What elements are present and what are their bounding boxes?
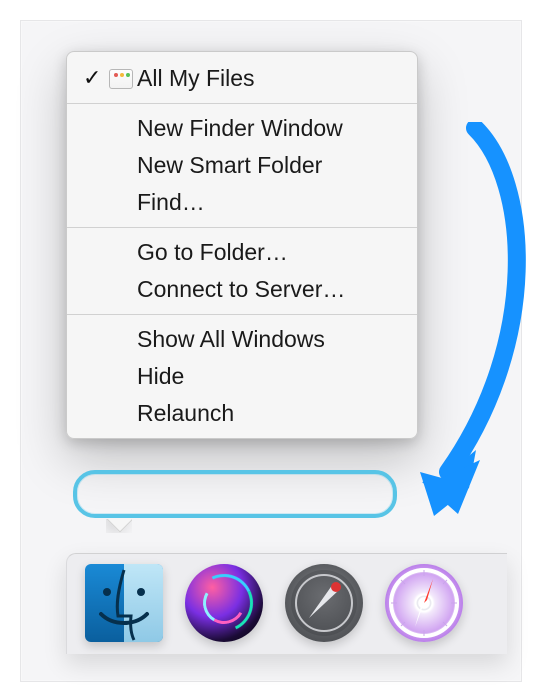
menu-separator xyxy=(67,314,417,315)
finder-context-menu: ✓ All My Files New Finder Window New Sma… xyxy=(66,51,418,439)
window-icon xyxy=(109,69,133,89)
menu-item-new-smart-folder[interactable]: New Smart Folder xyxy=(67,147,417,184)
dock-app-launchpad[interactable] xyxy=(285,564,363,642)
menu-separator xyxy=(67,103,417,104)
menu-item-hide[interactable]: Hide xyxy=(67,358,417,395)
menu-separator xyxy=(67,227,417,228)
checkmark-icon: ✓ xyxy=(83,67,101,89)
dock-app-siri[interactable] xyxy=(185,564,263,642)
dock-app-finder[interactable] xyxy=(85,564,163,642)
menu-item-all-my-files[interactable]: ✓ All My Files xyxy=(67,60,417,97)
menu-item-show-all-windows[interactable]: Show All Windows xyxy=(67,321,417,358)
menu-item-label: All My Files xyxy=(137,67,401,90)
screenshot-stage: ✓ All My Files New Finder Window New Sma… xyxy=(0,0,540,700)
dock-app-safari[interactable] xyxy=(385,564,463,642)
dock xyxy=(66,553,507,654)
menu-item-relaunch[interactable]: Relaunch xyxy=(67,395,417,432)
menu-pointer-tail xyxy=(106,519,132,533)
menu-item-find[interactable]: Find… xyxy=(67,184,417,221)
menu-item-go-to-folder[interactable]: Go to Folder… xyxy=(67,234,417,271)
menu-item-connect-to-server[interactable]: Connect to Server… xyxy=(67,271,417,308)
menu-item-new-finder-window[interactable]: New Finder Window xyxy=(67,110,417,147)
